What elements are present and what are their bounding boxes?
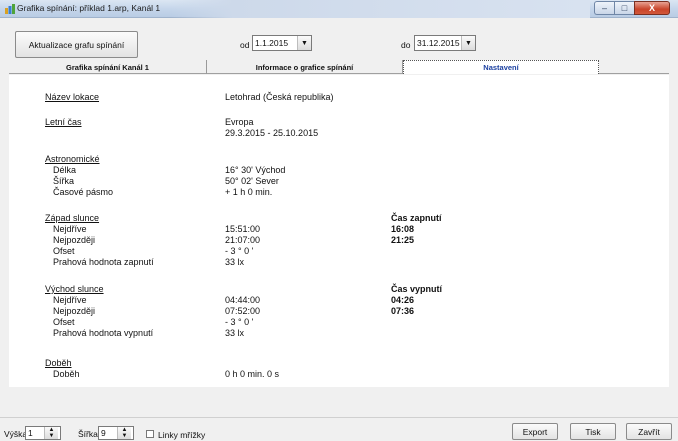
- longitude-label: Délka: [53, 165, 77, 175]
- close-window-button[interactable]: X: [634, 1, 670, 15]
- off-time-heading: Čas vypnutí: [391, 284, 443, 294]
- grid-lines-label: Linky mřížky: [158, 430, 206, 440]
- title-bar: Grafika spínání: příklad 1.arp, Kanál 1 …: [0, 0, 678, 18]
- location-heading: Název lokace: [45, 92, 100, 102]
- sunset-offset-value: - 3 ° 0 ': [225, 246, 254, 256]
- location-value: Letohrad (Česká republika): [225, 92, 334, 102]
- dst-region: Evropa: [225, 117, 254, 127]
- width-stepper[interactable]: 9 ▲ ▼: [98, 426, 134, 440]
- print-button[interactable]: Tisk: [570, 423, 616, 440]
- stepper-arrows-icon[interactable]: ▲ ▼: [44, 427, 58, 439]
- sunset-offset-label: Ofset: [53, 246, 75, 256]
- export-button[interactable]: Export: [512, 423, 558, 440]
- latitude-value: 50° 02' Sever: [225, 176, 279, 186]
- close-icon: X: [648, 3, 655, 13]
- to-date-value: 31.12.2015: [417, 38, 460, 48]
- overrun-label: Doběh: [53, 369, 80, 379]
- sunset-earliest-value: 15:51:00: [225, 224, 261, 234]
- to-label: do: [401, 40, 411, 50]
- window-title: Grafika spínání: příklad 1.arp, Kanál 1: [17, 3, 161, 13]
- stepper-arrows-icon[interactable]: ▲ ▼: [117, 427, 131, 439]
- timezone-value: + 1 h 0 min.: [225, 187, 273, 197]
- dst-range: 29.3.2015 - 25.10.2015: [225, 128, 319, 138]
- chevron-down-icon[interactable]: ▼: [297, 36, 311, 50]
- sunset-earliest-label: Nejdříve: [53, 224, 87, 234]
- dst-heading: Letní čas: [45, 117, 82, 127]
- sunrise-earliest-value: 04:44:00: [225, 295, 261, 305]
- tab-strip: Grafika spínání Kanál 1 Informace o graf…: [9, 60, 669, 74]
- on-time-earliest: 16:08: [391, 224, 415, 234]
- height-value: 1: [28, 428, 33, 438]
- off-threshold-label: Prahová hodnota vypnutí: [53, 328, 154, 338]
- refresh-chart-button[interactable]: Aktualizace grafu spínání: [15, 31, 138, 58]
- overrun-value: 0 h 0 min. 0 s: [225, 369, 280, 379]
- from-date-picker[interactable]: 1.1.2015 ▼: [252, 35, 312, 51]
- from-date-value: 1.1.2015: [255, 38, 289, 48]
- sunset-latest-label: Nejpozději: [53, 235, 96, 245]
- on-time-heading: Čas zapnutí: [391, 213, 442, 223]
- maximize-button[interactable]: □: [614, 1, 634, 15]
- sunrise-offset-label: Ofset: [53, 317, 75, 327]
- on-time-latest: 21:25: [391, 235, 415, 245]
- latitude-label: Šířka: [53, 176, 75, 186]
- sunrise-latest-value: 07:52:00: [225, 306, 261, 316]
- settings-panel: Název lokace Letohrad (Česká republika) …: [9, 75, 669, 387]
- longitude-value: 16° 30' Východ: [225, 165, 286, 175]
- timezone-label: Časové pásmo: [53, 187, 114, 197]
- tab-chart[interactable]: Grafika spínání Kanál 1: [9, 60, 207, 74]
- minimize-icon: –: [601, 3, 607, 13]
- on-threshold-label: Prahová hodnota zapnutí: [53, 257, 154, 267]
- tab-info[interactable]: Informace o grafice spínání: [207, 60, 403, 74]
- maximize-icon: □: [621, 3, 628, 13]
- on-threshold-value: 33 lx: [225, 257, 245, 267]
- overrun-heading: Doběh: [45, 358, 72, 368]
- sunset-latest-value: 21:07:00: [225, 235, 261, 245]
- sunset-heading: Západ slunce: [45, 213, 100, 223]
- close-button[interactable]: Zavřít: [626, 423, 672, 440]
- sunrise-latest-label: Nejpozději: [53, 306, 96, 316]
- to-date-picker[interactable]: 31.12.2015 ▼: [414, 35, 476, 51]
- astro-heading: Astronomické: [45, 154, 100, 164]
- from-label: od: [240, 40, 250, 50]
- tab-settings[interactable]: Nastavení: [403, 60, 599, 74]
- chevron-down-icon[interactable]: ▼: [461, 36, 475, 50]
- sunrise-offset-value: - 3 ° 0 ': [225, 317, 254, 327]
- off-time-latest: 07:36: [391, 306, 415, 316]
- width-label: Šířka: [78, 429, 98, 439]
- minimize-button[interactable]: –: [594, 1, 614, 15]
- width-value: 9: [101, 428, 106, 438]
- grid-lines-checkbox[interactable]: [146, 430, 154, 438]
- height-label: Výška: [4, 429, 28, 439]
- sunrise-heading: Východ slunce: [45, 284, 104, 294]
- off-threshold-value: 33 lx: [225, 328, 245, 338]
- app-icon: [5, 4, 15, 14]
- off-time-earliest: 04:26: [391, 295, 415, 305]
- height-stepper[interactable]: 1 ▲ ▼: [25, 426, 61, 440]
- sunrise-earliest-label: Nejdříve: [53, 295, 87, 305]
